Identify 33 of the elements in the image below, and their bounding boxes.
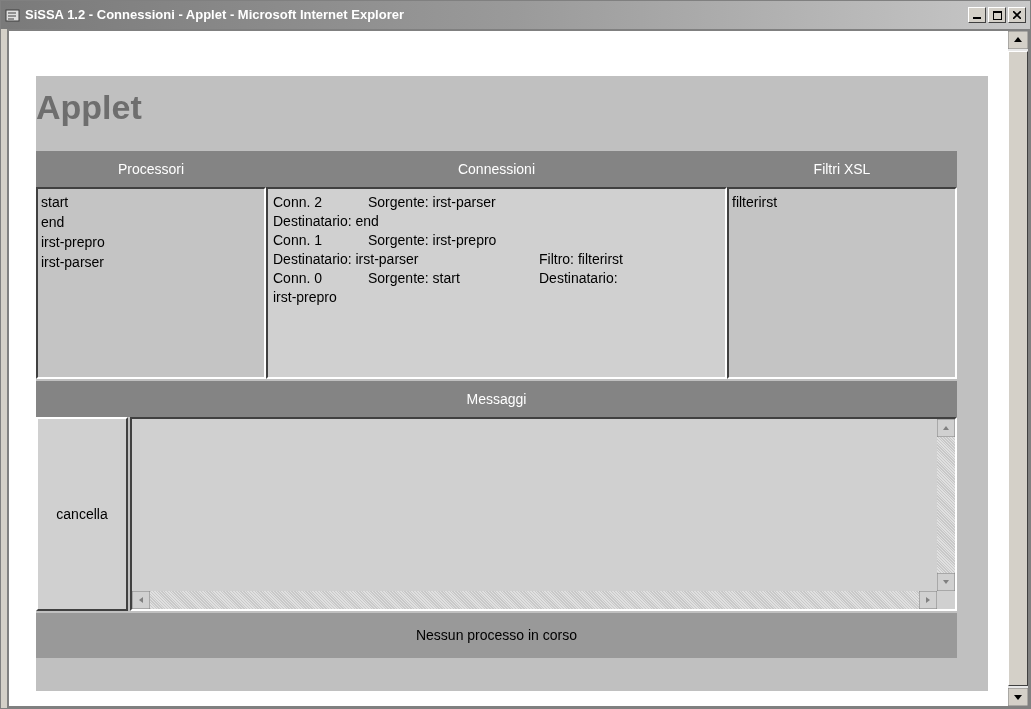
applet-heading: Applet	[36, 87, 143, 128]
maximize-icon	[992, 10, 1002, 20]
close-icon	[1013, 11, 1021, 19]
column-header: Processori	[116, 159, 186, 179]
connection-text: irst-prepro	[273, 289, 337, 305]
column-header: Connessioni	[456, 159, 537, 179]
connection-text: Filtro: filterirst	[539, 251, 623, 267]
list-item[interactable]: start	[41, 192, 69, 212]
minimize-icon	[973, 17, 981, 19]
connection-text: Sorgente: irst-prepro	[368, 232, 497, 248]
list-item[interactable]: end	[41, 212, 65, 232]
status-bar: Nessun processo in corso	[36, 613, 957, 658]
list-item[interactable]: irst-parser	[41, 252, 104, 272]
connection-text: Destinatario: end	[273, 213, 379, 229]
connection-text: Conn. 0	[273, 270, 323, 286]
messages-header: Messaggi	[36, 381, 957, 417]
connection-text: Sorgente: irst-parser	[368, 194, 496, 210]
scroll-up-icon[interactable]	[1008, 31, 1028, 49]
list-item[interactable]: filterirst	[732, 192, 778, 212]
scroll-down-icon[interactable]	[1008, 688, 1028, 706]
close-button[interactable]	[1008, 7, 1026, 23]
connection-text: Conn. 1	[273, 232, 323, 248]
list-item[interactable]: irst-prepro	[41, 232, 105, 252]
column-header: Filtri XSL	[812, 159, 872, 179]
window-title: SiSSA 1.2 - Connessioni - Applet - Microsoft Internet Explorer	[25, 6, 404, 25]
connection-text: Destinatario: irst-parser	[273, 251, 419, 267]
connection-text: Destinatario:	[539, 270, 618, 286]
connection-text: Conn. 2	[273, 194, 323, 210]
browser-icon	[5, 7, 21, 23]
connection-text: Sorgente: start	[368, 270, 460, 286]
cancella-button[interactable]: cancella	[36, 417, 128, 611]
maximize-button[interactable]	[988, 7, 1006, 23]
minimize-button[interactable]	[968, 7, 986, 23]
